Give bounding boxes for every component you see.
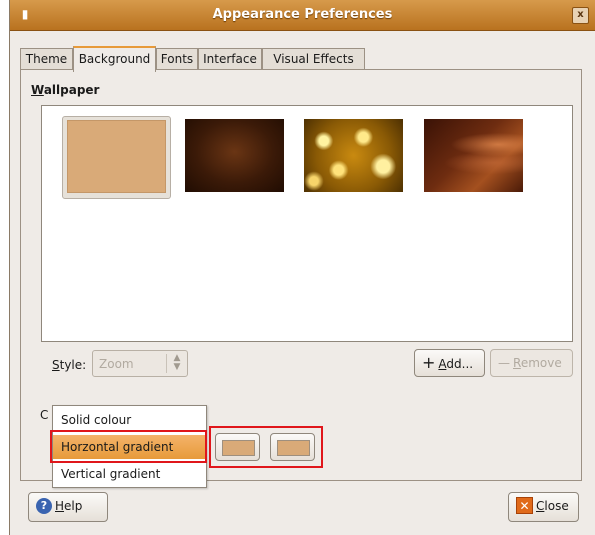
- help-button[interactable]: ? Help: [28, 492, 108, 522]
- title-bar: ▮ Appearance Preferences x: [10, 0, 595, 31]
- help-icon: ?: [36, 497, 52, 514]
- wallpaper-item-golden-spheres[interactable]: [300, 116, 407, 197]
- annotation-box-option: [50, 430, 207, 463]
- annotation-box-colors: [209, 426, 323, 468]
- style-combo-value: Zoom: [99, 357, 134, 371]
- window-title: Appearance Preferences: [212, 7, 393, 22]
- wallpaper-item-dark-brown[interactable]: [181, 116, 288, 197]
- colours-label: C: [40, 408, 49, 422]
- tab-visual-effects[interactable]: Visual Effects: [262, 48, 365, 69]
- dropdown-option-solid[interactable]: Solid colour: [53, 408, 206, 432]
- tab-interface[interactable]: Interface: [198, 48, 262, 69]
- wallpaper-thumbnail: [67, 120, 166, 193]
- window-close-button[interactable]: x: [572, 7, 589, 24]
- wallpaper-item-solid-tan[interactable]: [62, 116, 171, 199]
- close-button[interactable]: ✕ Close: [508, 492, 579, 522]
- tab-theme[interactable]: Theme: [20, 48, 73, 69]
- combo-arrows-icon: ▲ ▼: [166, 354, 187, 373]
- wallpaper-heading: Wallpaper: [31, 83, 100, 97]
- add-icon: +: [422, 353, 436, 372]
- tab-fonts[interactable]: Fonts: [156, 48, 198, 69]
- remove-icon: —: [498, 356, 510, 370]
- style-combo[interactable]: Zoom ▲ ▼: [92, 350, 188, 377]
- remove-button[interactable]: — Remove: [490, 349, 573, 377]
- wallpaper-thumbnail: [185, 119, 284, 192]
- wallpaper-thumbnail: [424, 119, 523, 192]
- wallpaper-item-brown-swirl[interactable]: [420, 116, 527, 197]
- close-icon: ✕: [516, 497, 533, 514]
- style-label: Style:: [52, 358, 87, 372]
- wallpaper-thumbnail: [304, 119, 403, 192]
- dropdown-option-vertical[interactable]: Vertical gradient: [53, 462, 206, 486]
- add-button[interactable]: + Add...: [414, 349, 485, 377]
- tab-background[interactable]: Background: [73, 46, 156, 72]
